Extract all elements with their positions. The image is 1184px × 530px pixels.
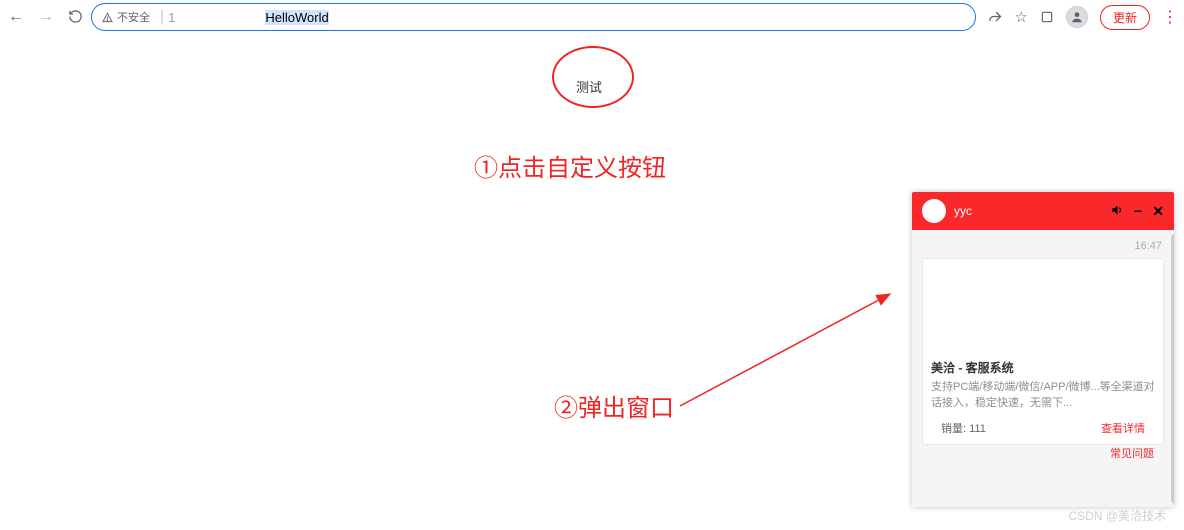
- profile-avatar-icon[interactable]: [1066, 6, 1088, 28]
- chat-sales-label: 销量: 111: [941, 420, 986, 436]
- chat-timestamp: 16:47: [922, 240, 1164, 252]
- not-secure-text: 不安全: [117, 9, 150, 25]
- share-icon[interactable]: [988, 9, 1003, 26]
- sound-icon[interactable]: [1110, 203, 1124, 220]
- annotation-step-2: ②弹出窗口: [554, 388, 674, 423]
- test-button[interactable]: 测试: [576, 77, 602, 96]
- view-detail-link[interactable]: 查看详情: [1101, 420, 1145, 436]
- extensions-icon[interactable]: [1040, 9, 1054, 26]
- chat-widget: yyc − ✕ 16:47 美洽 - 客服系统 支持PC端/移动端/微信/APP…: [912, 192, 1174, 507]
- annotation-step-1: ①点击自定义按钮: [474, 148, 666, 183]
- chat-scrollbar[interactable]: [1171, 234, 1174, 503]
- addr-url-selected: HelloWorld: [265, 10, 328, 25]
- addr-separator: |: [160, 8, 164, 26]
- browser-toolbar: ← → 不安全 | 1 HelloWorld ☆ 更新 ⋮: [0, 0, 1184, 34]
- page-content: 测试 ①点击自定义按钮 ②弹出窗口 yyc − ✕ 16:47 美洽 - 客服系…: [0, 34, 1184, 530]
- addr-url-prefix: 1: [168, 10, 175, 25]
- watermark: CSDN @美洽技术: [1068, 507, 1166, 524]
- reload-icon[interactable]: [68, 9, 83, 26]
- chat-card-footer: 销量: 111 查看详情: [931, 412, 1155, 436]
- faq-link[interactable]: 常见问题: [922, 445, 1164, 467]
- back-icon[interactable]: ←: [8, 9, 24, 25]
- menu-dots-icon[interactable]: ⋮: [1162, 7, 1178, 27]
- chat-card-title: 美洽 - 客服系统: [931, 359, 1155, 376]
- toolbar-right: ☆ 更新 ⋮: [984, 5, 1178, 30]
- chat-body: 16:47 美洽 - 客服系统 支持PC端/移动端/微信/APP/微博...等全…: [912, 230, 1174, 507]
- chat-header-icons: − ✕: [1110, 203, 1164, 220]
- close-icon[interactable]: ✕: [1152, 203, 1164, 220]
- minimize-icon[interactable]: −: [1134, 203, 1142, 219]
- chat-card[interactable]: 美洽 - 客服系统 支持PC端/移动端/微信/APP/微博...等全渠道对话接入…: [922, 258, 1164, 445]
- forward-icon: →: [38, 9, 54, 25]
- not-secure-label: 不安全: [102, 9, 150, 25]
- bookmark-star-icon[interactable]: ☆: [1015, 8, 1028, 26]
- nav-icons: ← →: [8, 9, 83, 26]
- agent-name: yyc: [954, 204, 972, 218]
- address-bar[interactable]: 不安全 | 1 HelloWorld: [91, 3, 976, 31]
- agent-avatar: [922, 199, 946, 223]
- chat-header: yyc − ✕: [912, 192, 1174, 230]
- update-button[interactable]: 更新: [1100, 5, 1150, 30]
- chat-card-desc: 支持PC端/移动端/微信/APP/微博...等全渠道对话接入，稳定快速，无需下.…: [931, 380, 1155, 412]
- annotation-arrow: [680, 288, 900, 408]
